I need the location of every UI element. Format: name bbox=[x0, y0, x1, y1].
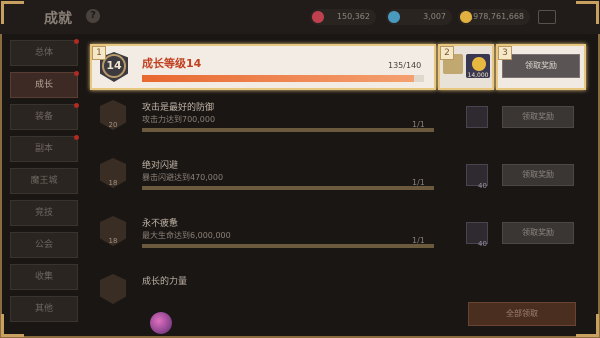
list-item: 20 攻击是最好的防御 攻击力达到700,000 1/1 领取奖励 bbox=[92, 94, 586, 152]
claim-all-button[interactable]: 全部领取 bbox=[468, 302, 576, 326]
progress-fill bbox=[142, 186, 434, 190]
frame-corner bbox=[576, 1, 599, 24]
reward-amount: 40 bbox=[478, 240, 487, 248]
achievement-desc: 暴击闪避达到470,000 bbox=[142, 173, 224, 182]
list-item: 18 永不疲惫 最大生命达到6,000,000 1/1 40 领取奖励 bbox=[92, 210, 586, 268]
achievement-desc: 最大生命达到6,000,000 bbox=[142, 231, 231, 240]
top-bar: 成就 ? 150,362 3,007 9,978,761,668 bbox=[0, 0, 600, 34]
tab-label: 总体 bbox=[34, 48, 53, 58]
coin-icon bbox=[472, 57, 486, 71]
tab-label: 收集 bbox=[34, 272, 53, 282]
achievement-progress-text: 1/1 bbox=[412, 178, 425, 187]
achievement-progress-bar bbox=[142, 244, 434, 248]
achievement-list: 20 攻击是最好的防御 攻击力达到700,000 1/1 领取奖励 18 绝对闪… bbox=[92, 94, 586, 326]
claim-reward-button[interactable]: 领取奖励 bbox=[502, 54, 580, 78]
notification-dot bbox=[74, 103, 79, 108]
list-item: 18 绝对闪避 暴击闪避达到470,000 1/1 40 领取奖励 bbox=[92, 152, 586, 210]
category-sidebar: 总体 成长 装备 副本 魔王城 竞技 公会 收集 其他 bbox=[10, 39, 79, 328]
currency-gold: 9,978,761,668 bbox=[458, 9, 530, 25]
currency-crystal-value: 150,362 bbox=[336, 12, 370, 21]
step-marker-2: 2 bbox=[440, 46, 454, 60]
tab-label: 公会 bbox=[34, 240, 53, 250]
achievement-progress-text: 1/1 bbox=[412, 236, 425, 245]
tab-equipment[interactable]: 装备 bbox=[10, 103, 79, 130]
achievement-desc: 攻击力达到700,000 bbox=[142, 115, 216, 124]
notification-dot bbox=[74, 135, 79, 140]
notification-dot bbox=[74, 39, 79, 44]
highlighted-achievement[interactable]: 14 成长等级14 135/140 bbox=[90, 44, 436, 90]
achievement-progress-bar bbox=[142, 186, 434, 190]
tab-label: 成长 bbox=[34, 80, 53, 90]
tab-overall[interactable]: 总体 bbox=[10, 39, 79, 66]
tab-guild[interactable]: 公会 bbox=[10, 232, 78, 258]
achievement-name: 永不疲惫 bbox=[142, 219, 179, 229]
frame-corner bbox=[1, 1, 24, 24]
page-title: 成就 bbox=[44, 11, 72, 27]
step-marker-3: 3 bbox=[498, 46, 512, 60]
mail-icon[interactable] bbox=[538, 10, 556, 24]
level-number: 14 bbox=[106, 59, 122, 72]
achievement-progress-bar bbox=[142, 75, 424, 82]
achievement-name: 攻击是最好的防御 bbox=[142, 103, 215, 113]
progress-fill bbox=[142, 128, 434, 132]
tab-label: 其他 bbox=[34, 304, 53, 314]
tab-label: 魔王城 bbox=[30, 176, 58, 186]
tab-label: 副本 bbox=[34, 144, 53, 154]
achievement-progress-bar bbox=[142, 128, 434, 132]
tab-label: 竞技 bbox=[34, 208, 53, 218]
crystal-icon bbox=[312, 11, 324, 23]
achievement-progress-text: 135/140 bbox=[388, 61, 422, 70]
help-icon[interactable]: ? bbox=[86, 9, 100, 23]
gem-icon bbox=[388, 11, 400, 23]
reward-amount: 14,000 bbox=[467, 72, 489, 79]
achievement-name: 成长的力量 bbox=[142, 277, 188, 287]
achievement-badge-icon bbox=[100, 274, 126, 304]
achievement-progress-text: 1/1 bbox=[412, 120, 425, 129]
currency-gem-value: 3,007 bbox=[423, 12, 446, 21]
achievement-name: 绝对闪避 bbox=[142, 161, 179, 171]
badge-level: 18 bbox=[108, 179, 118, 187]
achievement-name: 成长等级14 bbox=[142, 57, 202, 70]
tab-demon-castle[interactable]: 魔王城 bbox=[10, 168, 78, 194]
notification-dot bbox=[74, 71, 79, 76]
tab-dungeon[interactable]: 副本 bbox=[10, 135, 79, 162]
progress-fill bbox=[142, 244, 434, 248]
claim-reward-button[interactable]: 领取奖励 bbox=[502, 222, 574, 244]
tab-arena[interactable]: 竞技 bbox=[10, 200, 78, 226]
currency-gem: 3,007 bbox=[386, 9, 452, 25]
claim-reward-button[interactable]: 领取奖励 bbox=[502, 164, 574, 186]
tab-growth[interactable]: 成长 bbox=[10, 71, 79, 98]
reward-amount: 40 bbox=[478, 182, 487, 190]
currency-gold-value: 9,978,761,668 bbox=[465, 12, 524, 21]
currency-crystal: 150,362 bbox=[310, 9, 376, 25]
menu-orb-icon[interactable] bbox=[150, 312, 172, 334]
progress-fill bbox=[142, 75, 414, 82]
tab-collection[interactable]: 收集 bbox=[10, 264, 78, 290]
badge-level: 18 bbox=[108, 237, 118, 245]
tab-other[interactable]: 其他 bbox=[10, 296, 78, 322]
gold-icon bbox=[460, 11, 472, 23]
step-marker-1: 1 bbox=[92, 46, 106, 60]
badge-level: 20 bbox=[108, 121, 118, 129]
reward-item-icon[interactable] bbox=[466, 106, 488, 128]
claim-reward-button[interactable]: 领取奖励 bbox=[502, 106, 574, 128]
tab-label: 装备 bbox=[34, 112, 53, 122]
